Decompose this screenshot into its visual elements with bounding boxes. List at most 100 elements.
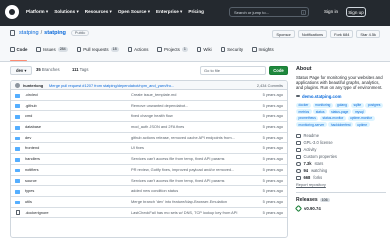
- github-logo-icon[interactable]: [5, 5, 19, 19]
- star-button[interactable]: Star 4.5k: [356, 30, 380, 38]
- topic-tag[interactable]: hacktoberfest: [328, 122, 354, 128]
- latest-release[interactable]: v0.90.74: [294, 205, 386, 213]
- topic-tag[interactable]: status: [313, 109, 328, 115]
- tab-label: Security: [227, 47, 244, 52]
- divider: [296, 192, 386, 194]
- nav-solutions[interactable]: Solutions: [54, 9, 79, 15]
- file-row[interactable]: frontend UI fixes 5 years ago: [11, 143, 287, 155]
- watching-link[interactable]: 94 watching: [296, 167, 386, 174]
- file-name[interactable]: cmd: [25, 111, 32, 122]
- releases-heading[interactable]: Releases 106: [296, 197, 386, 203]
- nav-resources[interactable]: Resources: [85, 9, 112, 15]
- topic-tag[interactable]: status-page: [328, 109, 351, 115]
- tab-security[interactable]: Security: [220, 46, 244, 61]
- topic-tag[interactable]: metrics: [296, 109, 312, 115]
- file-name[interactable]: source: [25, 176, 37, 187]
- file-commit-message[interactable]: Services can't access file from temp, fi…: [131, 154, 225, 165]
- file-commit-message[interactable]: UI fixes: [131, 143, 144, 154]
- file-row[interactable]: .github Remove unwanted dependabot... 5 ye…: [11, 101, 287, 112]
- nav-pricing[interactable]: Pricing: [188, 9, 204, 15]
- file-name[interactable]: utils: [25, 197, 32, 208]
- repo-owner[interactable]: statping: [19, 30, 39, 36]
- file-commit-message[interactable]: LastCheckFail has mo sets w/ DNS, TCP lo…: [131, 208, 237, 219]
- file-commit-message[interactable]: Create issue_template.md: [131, 90, 176, 101]
- topic-tag[interactable]: status-monitor: [320, 115, 346, 121]
- topic-tag[interactable]: golang: [334, 102, 350, 108]
- tab-pull-requests[interactable]: Pull requests 18: [76, 46, 119, 61]
- file-name[interactable]: types: [25, 186, 34, 197]
- topic-tag[interactable]: monitoring: [312, 102, 333, 108]
- topic-tag[interactable]: uptime: [354, 122, 370, 128]
- file-row[interactable]: .circleci Create issue_template.md 5 years…: [11, 90, 287, 101]
- file-row[interactable]: cmd fixed change health flow 5 years ago: [11, 111, 287, 123]
- file-name[interactable]: .dockerignore: [25, 208, 49, 219]
- topic-tag[interactable]: prometheus: [296, 115, 319, 121]
- file-row[interactable]: utils Merge branch 'dev' into feature/lda…: [11, 197, 287, 208]
- file-row[interactable]: types added new condition status 5 years a…: [11, 186, 287, 197]
- stars-link[interactable]: 7.3k stars: [296, 160, 386, 167]
- tags-link[interactable]: 111 Tags: [72, 67, 88, 72]
- nav-platform[interactable]: Platform: [26, 9, 48, 15]
- file-commit-message[interactable]: mod_auth JSON and 2FA fixes: [131, 122, 184, 133]
- commits-link[interactable]: 2,434 Commits: [257, 81, 283, 90]
- topic-tag[interactable]: mysql: [352, 109, 367, 115]
- file-name[interactable]: .github: [25, 101, 37, 112]
- file-name[interactable]: frontend: [25, 143, 39, 154]
- file-commit-message[interactable]: PR review, Gotify fixes, improved payloa…: [131, 165, 234, 176]
- avatar[interactable]: [15, 83, 20, 88]
- tab-insights[interactable]: Insights: [252, 46, 274, 61]
- tab-wiki[interactable]: Wiki: [196, 46, 212, 61]
- topic-tag[interactable]: sqlite: [351, 102, 364, 108]
- file-row[interactable]: handlers Services can't access file from …: [11, 154, 287, 165]
- readme-link[interactable]: Readme: [296, 132, 386, 139]
- topic-tag[interactable]: postgres: [365, 102, 383, 108]
- file-name[interactable]: dev: [25, 133, 31, 144]
- topic-tag[interactable]: monitoring-server: [296, 122, 327, 128]
- forks-link[interactable]: 668 forks: [296, 174, 386, 181]
- file-commit-message[interactable]: fixed change health flow: [131, 111, 173, 122]
- file-name[interactable]: notifiers: [25, 165, 39, 176]
- go-to-file-input[interactable]: Go to file: [200, 66, 266, 75]
- license-link[interactable]: GPL-3.0 license: [296, 139, 386, 146]
- tab-projects[interactable]: Projects 1: [157, 46, 188, 61]
- tab-code[interactable]: Code: [10, 46, 28, 61]
- report-repository-link[interactable]: Report repository: [296, 182, 386, 187]
- commit-author[interactable]: hunterlong: [23, 81, 43, 90]
- file-name[interactable]: database: [25, 122, 41, 133]
- file-commit-message[interactable]: github actions release, removed cache AP…: [131, 133, 235, 144]
- branch-selector[interactable]: dev: [10, 66, 33, 75]
- file-name[interactable]: handlers: [25, 154, 40, 165]
- file-row[interactable]: .dockerignore LastCheckFail has mo sets w…: [11, 208, 287, 219]
- file-row[interactable]: database mod_auth JSON and 2FA fixes 5 yea…: [11, 122, 287, 133]
- nav-enterprise[interactable]: Enterprise: [156, 9, 182, 15]
- repo-name[interactable]: statping: [44, 30, 66, 36]
- tab-issues[interactable]: Issues 284: [36, 46, 68, 61]
- branches-link[interactable]: 35 Branches: [36, 67, 60, 72]
- search-input[interactable]: Search or jump to... /: [229, 7, 309, 17]
- homepage-link[interactable]: demo.statping.com: [296, 94, 386, 99]
- sign-up-button[interactable]: Sign up: [346, 7, 366, 17]
- file-row[interactable]: notifiers PR review, Gotify fixes, improv…: [11, 165, 287, 176]
- topic-tag[interactable]: uptime-monitor: [347, 115, 375, 121]
- file-commit-message[interactable]: Services can't access file from temp, fi…: [131, 176, 225, 187]
- sponsor-button[interactable]: Sponsor: [272, 30, 295, 38]
- sign-in-button[interactable]: Sign in: [320, 7, 342, 17]
- topic-tag[interactable]: docker: [296, 102, 311, 108]
- file-commit-message[interactable]: Remove unwanted dependabot...: [131, 101, 188, 112]
- watching-label: watching: [311, 168, 328, 174]
- commit-message[interactable]: Merge pull request #1207 from statping/d…: [49, 81, 174, 90]
- properties-link[interactable]: Custom properties: [296, 153, 386, 160]
- file-commit-message[interactable]: added new condition status: [131, 186, 178, 197]
- nav-open-source[interactable]: Open Source: [118, 9, 150, 15]
- file-row[interactable]: dev github actions release, removed cache…: [11, 133, 287, 144]
- issue-icon: [36, 47, 41, 52]
- folder-icon: [15, 157, 20, 162]
- notifications-button[interactable]: Notifications: [297, 30, 328, 38]
- file-row[interactable]: source Services can't access file from te…: [11, 176, 287, 187]
- tab-actions[interactable]: Actions: [127, 46, 148, 61]
- code-button[interactable]: Code: [269, 66, 288, 75]
- file-name[interactable]: .circleci: [25, 90, 38, 101]
- activity-link[interactable]: Activity: [296, 146, 386, 153]
- fork-button[interactable]: Fork 684: [330, 30, 354, 38]
- file-commit-message[interactable]: Merge branch 'dev' into feature/ldap-Bro…: [131, 197, 227, 208]
